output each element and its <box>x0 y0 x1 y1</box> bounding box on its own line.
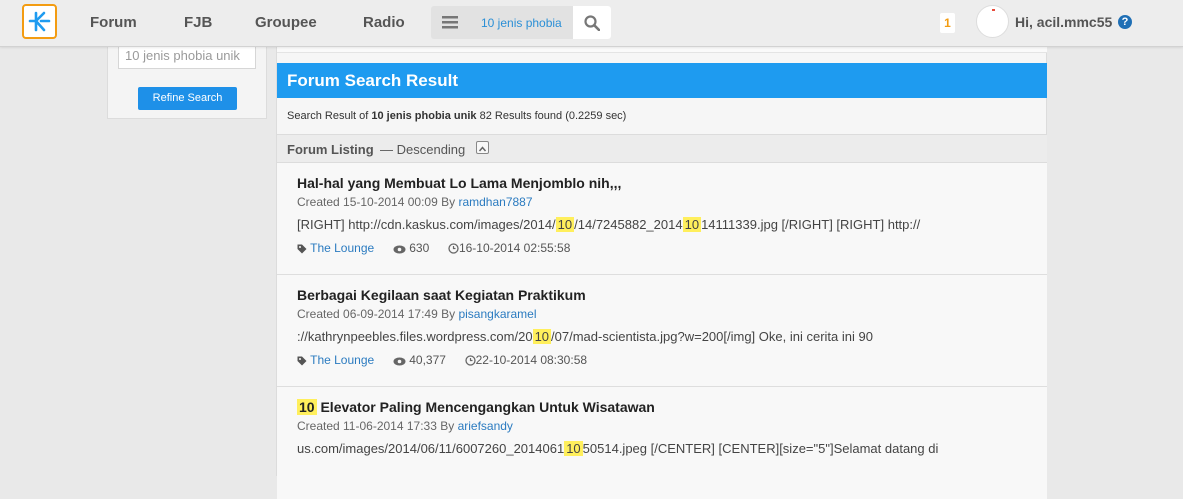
help-icon[interactable]: ? <box>1118 15 1132 29</box>
thread-item: Berbagai Kegilaan saat Kegiatan Praktiku… <box>277 275 1047 387</box>
sort-toggle-icon[interactable] <box>476 141 489 154</box>
notification-badge[interactable]: 1 <box>940 13 955 33</box>
thread-snippet: [RIGHT] http://cdn.kaskus.com/images/201… <box>297 217 921 232</box>
clock-icon <box>448 243 459 254</box>
thread-last-post: 22-10-2014 08:30:58 <box>475 353 588 367</box>
thread-meta: Created 06-09-2014 17:49 By pisangkarame… <box>297 307 537 321</box>
forum-listing-bar: Forum Listing — Descending <box>277 134 1047 163</box>
summary-suffix: 82 Results found (0.2259 sec) <box>479 110 627 122</box>
thread-item: Hal-hal yang Membuat Lo Lama Menjomblo n… <box>277 163 1047 275</box>
thread-footer: The Lounge 40,377 22-10-2014 08:30:58 <box>297 353 587 367</box>
eye-icon <box>393 357 406 366</box>
thread-author[interactable]: pisangkaramel <box>458 307 536 321</box>
avatar[interactable] <box>976 5 1009 38</box>
menu-icon[interactable] <box>442 16 458 29</box>
thread-views: 630 <box>409 241 430 255</box>
thread-snippet: us.com/images/2014/06/11/6007260_2014061… <box>297 441 939 456</box>
thread-title[interactable]: Hal-hal yang Membuat Lo Lama Menjomblo n… <box>297 175 621 191</box>
search-icon <box>584 15 600 31</box>
thread-meta: Created 15-10-2014 00:09 By ramdhan7887 <box>297 195 533 209</box>
kaskus-logo[interactable] <box>22 4 57 39</box>
k-logo-icon <box>28 11 51 32</box>
main-panel: Forum Search Result Search Result of 10 … <box>276 46 1047 499</box>
listing-order: — Descending <box>380 142 466 157</box>
thread-title[interactable]: 10 Elevator Paling Mencengangkan Untuk W… <box>297 399 655 415</box>
thread-snippet: ://kathrynpeebles.files.wordpress.com/20… <box>297 329 873 344</box>
tag-icon <box>297 244 307 254</box>
summary-query: 10 jenis phobia unik <box>371 110 477 122</box>
thread-views: 40,377 <box>409 353 446 367</box>
top-navbar: Forum FJB Groupee Radio 10 jenis phobia … <box>0 0 1183 47</box>
refine-search-button[interactable]: Refine Search <box>138 87 237 110</box>
thread-footer: The Lounge 630 16-10-2014 02:55:58 <box>297 241 570 255</box>
clock-icon <box>464 355 476 366</box>
nav-search-box: 10 jenis phobia <box>431 6 611 39</box>
thread-item: 10 Elevator Paling Mencengangkan Untuk W… <box>277 387 1047 499</box>
thread-meta: Created 11-06-2014 17:33 By ariefsandy <box>297 419 513 433</box>
eye-icon <box>393 245 406 254</box>
result-summary: Search Result of 10 jenis phobia unik 82… <box>287 110 626 122</box>
search-button[interactable] <box>573 6 611 39</box>
listing-label: Forum Listing <box>287 142 374 157</box>
page-title: Forum Search Result <box>277 63 1047 98</box>
panel-top-strip <box>277 46 1047 53</box>
nav-fjb[interactable]: FJB <box>184 14 212 31</box>
summary-prefix: Search Result of <box>287 110 369 122</box>
thread-author[interactable]: ramdhan7887 <box>458 195 532 209</box>
thread-forum-link[interactable]: The Lounge <box>310 353 374 367</box>
thread-forum-link[interactable]: The Lounge <box>310 241 374 255</box>
thread-author[interactable]: ariefsandy <box>458 419 513 433</box>
nav-forum[interactable]: Forum <box>90 14 137 31</box>
search-sidebar: 10 jenis phobia unik Refine Search <box>107 41 267 119</box>
tag-icon <box>297 356 307 366</box>
thread-title[interactable]: Berbagai Kegilaan saat Kegiatan Praktiku… <box>297 287 586 303</box>
user-greeting[interactable]: Hi, acil.mmc55 <box>1015 14 1112 30</box>
nav-groupee[interactable]: Groupee <box>255 14 317 31</box>
nav-radio[interactable]: Radio <box>363 14 405 31</box>
thread-last-post: 16-10-2014 02:55:58 <box>458 241 571 255</box>
nav-search-input[interactable]: 10 jenis phobia <box>481 16 562 30</box>
